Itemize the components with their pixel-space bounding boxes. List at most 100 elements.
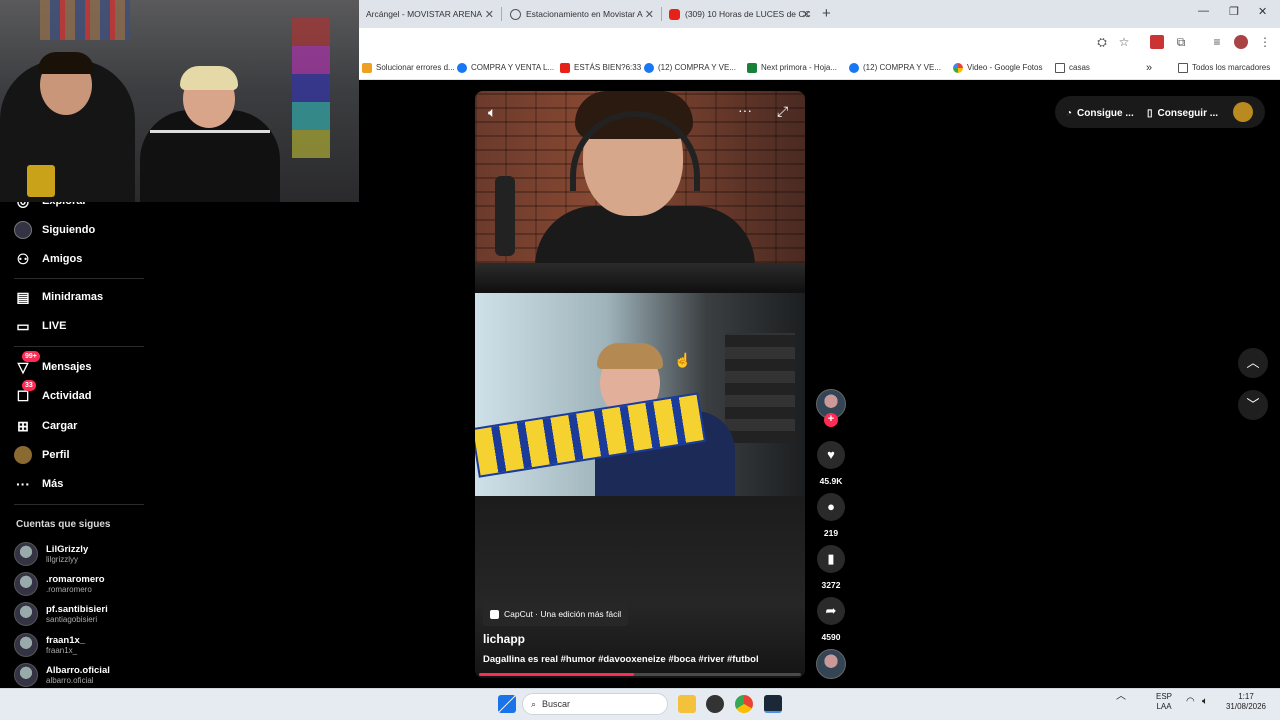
save-button[interactable]: ▮ — [817, 545, 845, 573]
sidebar-item-label: Perfil — [42, 449, 70, 461]
sidebar-item-amigos[interactable]: ⚇ Amigos — [14, 247, 83, 271]
translate-icon[interactable]: ⛭ — [1095, 35, 1109, 49]
bookmark-star-icon[interactable]: ☆ — [1117, 35, 1131, 49]
bookmark-item[interactable]: Video - Google Fotos — [953, 61, 1042, 74]
video-player[interactable]: ☝ 🔈︎ ··· ⤢ CapCut · Una edición más fáci… — [475, 91, 805, 678]
video-author[interactable]: lichapp — [483, 632, 525, 646]
tab-youtube[interactable]: (309) 10 Horas de LUCES de CC ✕ — [663, 2, 817, 26]
google-photos-icon — [953, 62, 963, 73]
sidebar-item-perfil[interactable]: Perfil — [14, 443, 70, 467]
capcut-tag[interactable]: CapCut · Una edición más fácil — [483, 602, 629, 626]
sidebar-item-siguiendo[interactable]: Siguiendo — [14, 218, 95, 242]
tray-overflow-icon[interactable]: ︿ — [1116, 692, 1126, 702]
coin-icon: ◔ — [1066, 107, 1073, 119]
account-handle: .romaromero — [46, 585, 92, 594]
windows-start-icon[interactable] — [498, 695, 516, 713]
account-name: Albarro.oficial — [46, 665, 110, 676]
sidebar-item-mas[interactable]: ··· Más — [14, 472, 63, 496]
bookmark-label: casas — [1069, 63, 1090, 72]
following-account[interactable]: Albarro.oficial albarro.oficial — [14, 660, 110, 690]
account-name: pf.santibisieri — [46, 604, 108, 615]
minimize-button[interactable]: — — [1198, 5, 1209, 17]
get-coins-button[interactable]: ◔ Consigue ... — [1066, 98, 1134, 128]
sidebar-item-label: LIVE — [42, 320, 67, 332]
file-explorer-icon[interactable] — [678, 695, 696, 713]
facebook-icon — [849, 62, 859, 73]
bookmark-item[interactable]: ESTÁS BIEN?6:33 — [560, 61, 641, 74]
fullscreen-icon[interactable]: ⤢ — [777, 103, 788, 120]
get-app-button[interactable]: ▯ Conseguir ... — [1147, 98, 1218, 128]
following-account[interactable]: fraan1x_ fraan1x_ — [14, 630, 85, 660]
sidebar-item-actividad[interactable]: ☐ 33 Actividad — [14, 380, 92, 408]
taskbar-search[interactable]: ⌕ Buscar — [522, 693, 668, 715]
bookmark-label: Next primora - Hoja... — [761, 63, 838, 72]
music-disc-avatar[interactable] — [816, 649, 846, 679]
tab-arcangel[interactable]: Arcángel - MOVISTAR ARENA ✕ — [360, 2, 500, 26]
sheets-icon — [747, 62, 757, 73]
tab-close-icon[interactable]: ✕ — [485, 8, 494, 21]
facebook-icon — [644, 62, 654, 73]
volume-tray-icon[interactable]: 🔈︎ — [1202, 697, 1208, 707]
sidebar-item-mensajes[interactable]: ▽ 99+ Mensajes — [14, 351, 92, 379]
menu-dots-icon[interactable]: ⋮ — [1258, 35, 1272, 49]
tab-close-icon[interactable]: ✕ — [802, 8, 811, 21]
maximize-button[interactable]: ❐ — [1229, 5, 1239, 18]
sidebar-item-label: Amigos — [42, 253, 83, 265]
account-handle: santiagobisieri — [46, 615, 98, 624]
get-app-label: Conseguir ... — [1157, 107, 1219, 119]
folder-icon — [1178, 62, 1188, 73]
clock[interactable]: 1:17 31/08/2026 — [1222, 692, 1270, 712]
video-progress-bar[interactable] — [479, 673, 801, 676]
user-avatar[interactable] — [1233, 102, 1253, 122]
sidebar-item-label: Siguiendo — [42, 224, 96, 236]
comment-button[interactable]: ● — [817, 493, 845, 521]
capcut-icon — [490, 609, 499, 619]
extension-icon[interactable] — [1150, 35, 1164, 49]
more-icon: ··· — [16, 476, 30, 492]
tab-close-icon[interactable]: ✕ — [645, 8, 654, 21]
new-tab-button[interactable]: + — [822, 5, 831, 22]
bookmark-item[interactable]: COMPRA Y VENTA L... — [457, 61, 554, 74]
close-window-button[interactable]: ✕ — [1258, 5, 1267, 18]
folder-icon — [1055, 62, 1065, 73]
bookmark-item[interactable]: Next primora - Hoja... — [747, 61, 837, 74]
activity-badge: 33 — [22, 380, 36, 391]
video-progress-fill — [479, 673, 634, 676]
bookmark-item[interactable]: (12) COMPRA Y VE... — [849, 61, 941, 74]
minidramas-icon: ▤ — [16, 289, 30, 305]
sidebar-item-minidramas[interactable]: ▤ Minidramas — [14, 285, 103, 309]
sidebar-divider — [14, 504, 144, 505]
media-control-icon[interactable]: ≡ — [1210, 35, 1224, 49]
volume-icon[interactable]: 🔈︎ — [488, 104, 496, 121]
sidebar-item-live[interactable]: ▭ LIVE — [14, 314, 66, 338]
sidebar-item-cargar[interactable]: ⊞ Cargar — [14, 414, 77, 438]
share-button[interactable]: ➦ — [817, 597, 845, 625]
language-indicator[interactable]: ESP LAA — [1156, 692, 1172, 712]
next-video-button[interactable]: ﹀ — [1238, 390, 1268, 420]
more-options-icon[interactable]: ··· — [738, 102, 752, 118]
get-coins-label: Consigue ... — [1077, 107, 1134, 119]
steam-icon[interactable] — [764, 695, 782, 713]
following-account[interactable]: pf.santibisieri santiagobisieri — [14, 599, 108, 629]
wifi-icon[interactable]: ◠ — [1186, 697, 1195, 707]
bookmark-folder[interactable]: casas — [1055, 61, 1090, 74]
chrome-icon[interactable] — [735, 695, 753, 713]
all-bookmarks-button[interactable]: Todos los marcadores — [1178, 61, 1270, 74]
bookmarks-overflow-button[interactable]: » — [1146, 61, 1152, 74]
following-section-title: Cuentas que sigues — [16, 519, 111, 530]
app-icon[interactable] — [706, 695, 724, 713]
like-button[interactable]: ♥ — [817, 441, 845, 469]
tab-estacionamiento[interactable]: Estacionamiento en Movistar A ✕ — [504, 2, 660, 26]
puzzle-icon[interactable]: ⧉ — [1174, 35, 1188, 49]
previous-video-button[interactable]: ︿ — [1238, 348, 1268, 378]
upload-icon: ⊞ — [17, 418, 29, 434]
like-count: 45.9K — [819, 476, 843, 486]
bookmark-item[interactable]: Solucionar errores d... — [362, 61, 455, 74]
led-shelf — [292, 18, 330, 158]
following-account[interactable]: .romaromero .romaromero — [14, 569, 105, 599]
following-account[interactable]: LilGrizzly lilgrizzlyy — [14, 539, 88, 569]
bookmark-item[interactable]: (12) COMPRA Y VE... — [644, 61, 736, 74]
profile-icon — [14, 446, 32, 464]
profile-avatar-icon[interactable] — [1234, 35, 1248, 49]
follow-plus-icon[interactable]: + — [824, 413, 838, 427]
